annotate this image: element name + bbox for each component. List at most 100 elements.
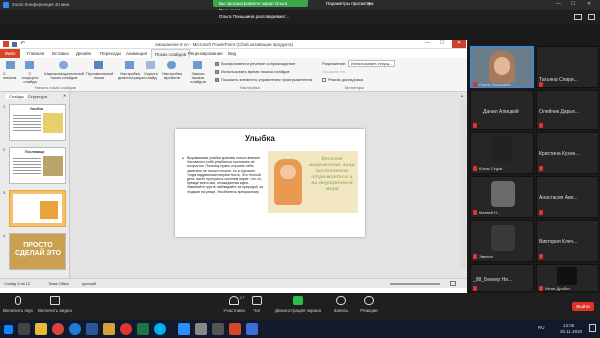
unmute-button[interactable]: Включить звук (2, 296, 34, 313)
skype-icon[interactable] (154, 323, 166, 335)
tab-insert[interactable]: Вставка (52, 51, 69, 56)
participants-icon (229, 296, 239, 305)
participant-tile[interactable]: Татьяна Спири... (536, 46, 599, 88)
tab-design[interactable]: Дизайн (76, 51, 91, 56)
tab-transitions[interactable]: Переходы (100, 51, 121, 56)
powerpoint-icon[interactable] (229, 323, 241, 335)
vertical-scrollbar[interactable] (460, 100, 466, 268)
task-view-icon[interactable] (18, 323, 30, 335)
fit-slide-icon[interactable] (450, 281, 456, 286)
file-explorer-icon[interactable] (35, 323, 47, 335)
participant-tile[interactable]: Виктория Клеч... (536, 220, 599, 262)
slide-title: Улыбка (245, 134, 275, 143)
scroll-up-icon[interactable]: ▲ (460, 93, 464, 98)
language-indicator: русский (82, 281, 97, 286)
chat-button[interactable]: Чат (247, 296, 267, 313)
video-player-icon[interactable] (212, 323, 224, 335)
maximize-icon[interactable]: ☐ (571, 1, 575, 7)
slideshow-current-icon (25, 61, 34, 69)
excel-icon[interactable] (137, 323, 149, 335)
resolution-select[interactable]: Использовать текущ... (348, 60, 396, 67)
close-icon[interactable]: ✕ (587, 1, 591, 7)
participant-tile[interactable]: Игнат Дробот (536, 264, 599, 292)
reactions-button[interactable]: Реакции (355, 296, 383, 313)
tiles-icon[interactable] (246, 323, 258, 335)
tab-home[interactable]: Главная (27, 51, 44, 56)
zoom-slider[interactable] (390, 283, 440, 285)
tab-file[interactable]: Файл (0, 49, 20, 58)
participant-tile[interactable]: Данил Алицкий (470, 90, 534, 130)
chk-narration[interactable]: Воспроизвести речевое сопровождение (215, 61, 295, 66)
start-video-button[interactable]: Включить видео (36, 296, 74, 313)
tab-outline[interactable]: Структура (28, 94, 47, 99)
tab-review[interactable]: Рецензирование (188, 51, 223, 56)
tab-slides[interactable]: Слайды (6, 94, 27, 99)
share-banner-area: Ольга Поньшина разговаривает... (0, 10, 600, 25)
windows-start-icon[interactable] (4, 325, 13, 334)
keyboard-language[interactable]: RU (538, 325, 545, 330)
view-options-menu[interactable]: Параметры просмотра (326, 1, 374, 6)
chk-media[interactable]: Показать элементы управления проигрывате… (215, 77, 312, 82)
notifications-icon[interactable] (589, 324, 596, 332)
record-button[interactable]: Запись (330, 296, 352, 313)
from-current-button[interactable]: С текущего слайда (20, 60, 40, 84)
show-on-label: Показать на: (322, 69, 346, 74)
broadcast-button[interactable]: Широковещательный показ слайдов (44, 60, 84, 82)
slide-thumbnail-3[interactable] (9, 190, 66, 227)
hide-slide-button[interactable]: Скрыть слайд (143, 60, 159, 82)
custom-show-button[interactable]: Произвольный показ (86, 60, 113, 82)
minimize-icon[interactable]: — (556, 1, 561, 7)
participant-tile[interactable]: Юлия Стурж (470, 132, 534, 174)
slide-quote-text: Веселое выражение лица постепенно отража… (309, 156, 355, 192)
share-screen-button[interactable]: Демонстрация экрана (268, 296, 328, 313)
slide-num-4: 4 (3, 233, 6, 238)
from-start-button[interactable]: С начала (2, 60, 18, 82)
participant-name: Анастасия Аве... (539, 195, 578, 201)
muted-mic-icon (539, 123, 543, 128)
paint-icon[interactable] (195, 323, 207, 335)
edge-icon[interactable] (69, 323, 81, 335)
participants-button[interactable]: Участники (219, 296, 249, 313)
zoom-taskbar-icon[interactable] (178, 323, 190, 335)
tab-slideshow[interactable]: Показ слайдов (151, 49, 190, 58)
leave-button[interactable]: Выйти (572, 302, 594, 311)
chk-timings[interactable]: Использовать время показа слайдов (215, 69, 290, 74)
participant-avatar (491, 225, 515, 251)
participant-tile[interactable]: Олейник Дарья... (536, 90, 599, 130)
participant-name: Татьяна Спири... (539, 77, 578, 83)
fullscreen-icon[interactable] (588, 14, 595, 20)
slide-thumbnail-1[interactable]: Улыбка (9, 104, 66, 141)
setup-show-button[interactable]: Настройка демонстрации (118, 60, 145, 82)
folder-icon[interactable] (103, 323, 115, 335)
participant-tile[interactable]: Кристина Кузне... (536, 132, 599, 174)
muted-mic-icon (473, 123, 477, 128)
tab-view[interactable]: Вид (228, 51, 236, 56)
muted-mic-icon (473, 286, 477, 291)
grid-view-icon[interactable] (574, 14, 582, 20)
word-icon[interactable] (86, 323, 98, 335)
ppt-close-icon[interactable]: ✕ (452, 40, 466, 48)
participant-tile[interactable]: Эвелин (470, 220, 534, 262)
tab-animation[interactable]: Анимация (126, 51, 147, 56)
ppt-minimize-icon[interactable]: — (425, 40, 430, 46)
muted-mic-icon (473, 210, 477, 215)
undo-icon[interactable]: ↶ (20, 40, 25, 47)
current-slide[interactable]: Улыбка • Выражаемая улыбка красива тольк… (175, 129, 365, 237)
ppt-maximize-icon[interactable]: ☐ (440, 40, 444, 46)
save-icon[interactable] (12, 42, 17, 47)
view-options-chevron-icon[interactable]: ▾ (368, 1, 370, 7)
pane-close-icon[interactable]: ✕ (63, 93, 66, 98)
record-icon (193, 61, 202, 69)
participant-tile[interactable]: _98_Беккер Ни... (470, 264, 534, 292)
slide-thumbnail-2[interactable]: Пословица (9, 147, 66, 184)
participant-tile[interactable]: Матвей Н... (470, 176, 534, 218)
participant-tile[interactable]: Анастасия Аве... (536, 176, 599, 218)
participant-name: Ольга Поньшина (479, 82, 511, 87)
rehearse-timings-button[interactable]: Настройка времени (161, 60, 183, 82)
presenter-view-checkbox[interactable]: Режим докладчика (322, 77, 363, 82)
slide-thumbnail-4[interactable]: ПРОСТО СДЕЛАЙ ЭТО (9, 233, 66, 270)
participant-tile[interactable]: Ольга Поньшина (470, 46, 534, 88)
record-show-button[interactable]: Запись показа слайдов (185, 60, 211, 84)
chrome-icon[interactable] (52, 323, 64, 335)
yandex-icon[interactable] (120, 323, 132, 335)
